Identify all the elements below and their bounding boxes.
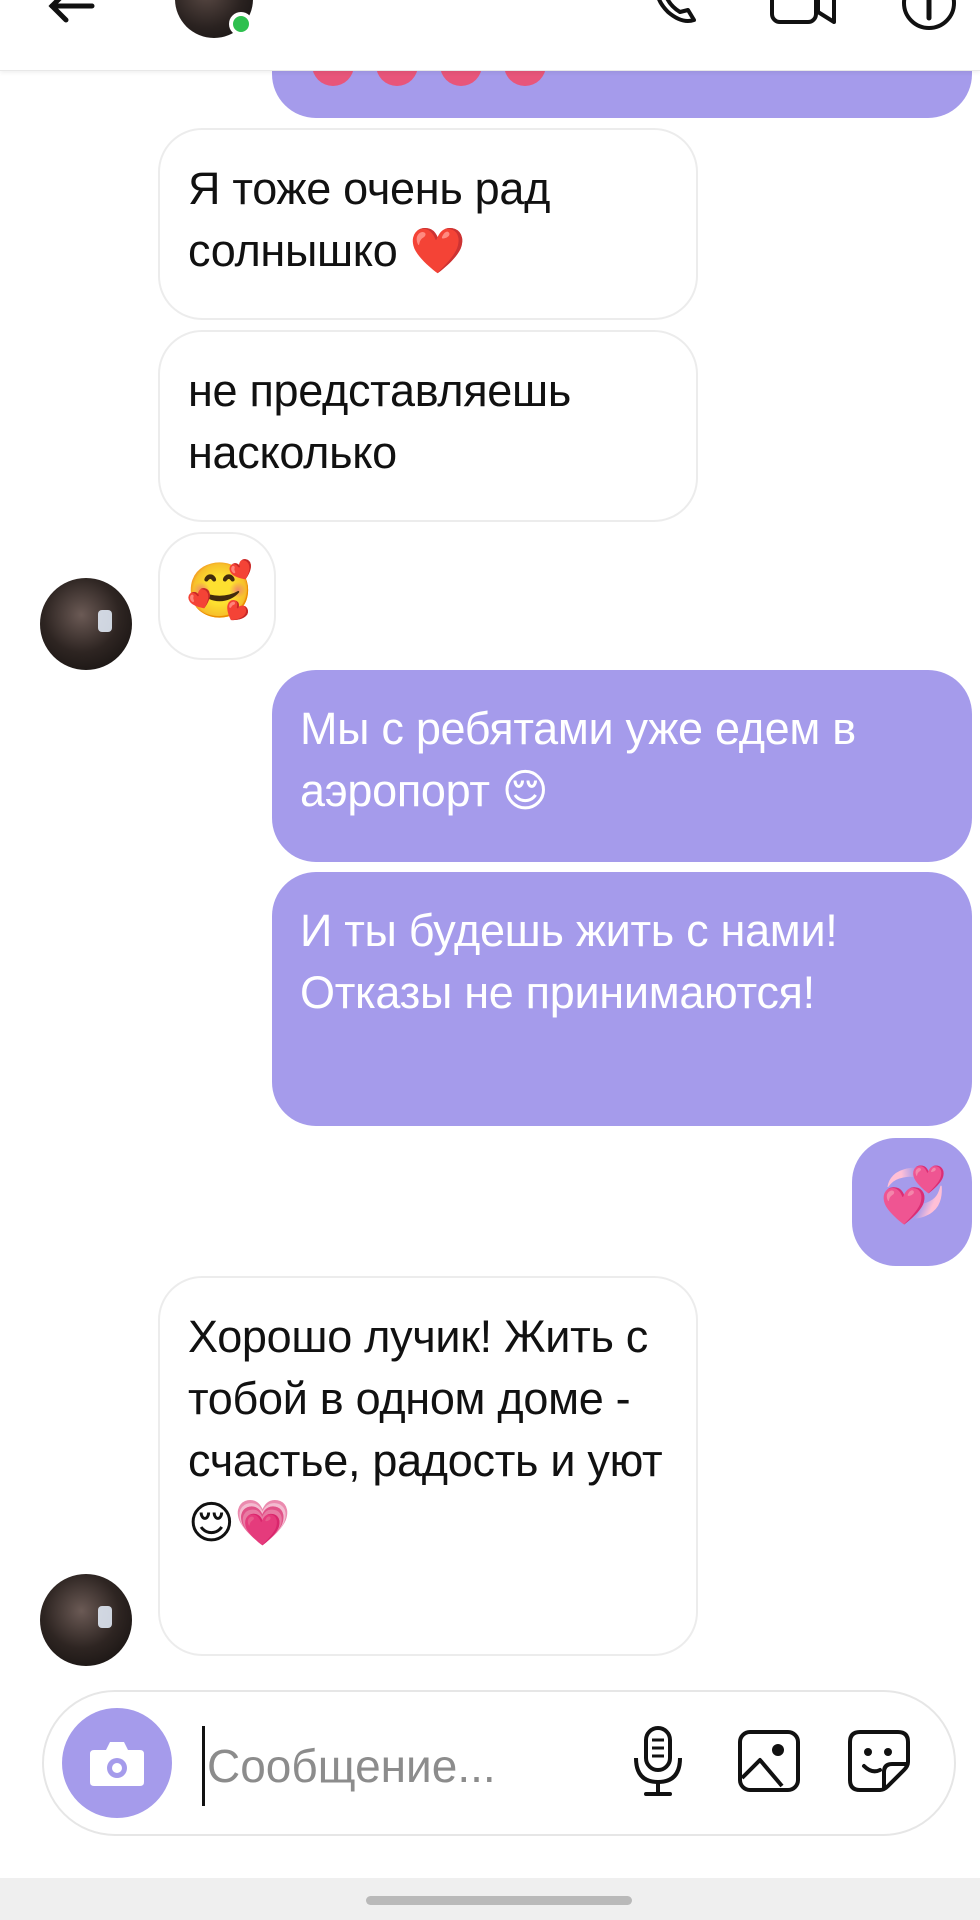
sticker-icon[interactable] xyxy=(844,1726,914,1796)
contact-name-heart-icon xyxy=(490,0,504,6)
arrow-left-icon[interactable] xyxy=(38,0,98,40)
image-icon[interactable] xyxy=(734,1726,804,1796)
video-camera-icon[interactable] xyxy=(768,0,838,26)
microphone-icon[interactable] xyxy=(626,1724,690,1800)
message-input[interactable] xyxy=(202,1726,629,1806)
message-text: Я тоже очень рад солнышко ❤️ xyxy=(188,163,551,276)
online-status-dot xyxy=(229,12,253,36)
smiling-face-hearts-emoji: 🥰 xyxy=(186,559,253,622)
chat-screen: Я тоже очень рад солнышко ❤️ не представ… xyxy=(0,0,980,1920)
message-text: Хорошо лучик! Жить с тобой в одном доме … xyxy=(188,1311,663,1548)
chat-header xyxy=(0,0,980,71)
outgoing-message-bubble[interactable]: Мы с ребятами уже едем в аэропорт 😌 xyxy=(272,670,972,862)
revolving-hearts-emoji: 💞 xyxy=(880,1163,947,1226)
outgoing-message-bubble[interactable]: И ты будешь жить с нами! Отказы не прини… xyxy=(272,872,972,1126)
home-indicator[interactable] xyxy=(366,1896,632,1905)
message-text: не представляешь насколько xyxy=(188,365,571,478)
camera-button[interactable] xyxy=(62,1708,172,1818)
incoming-message-bubble[interactable]: Я тоже очень рад солнышко ❤️ xyxy=(158,128,698,320)
message-text: Мы с ребятами уже едем в аэропорт 😌 xyxy=(300,703,856,816)
message-text: И ты будешь жить с нами! Отказы не прини… xyxy=(300,905,838,1018)
info-icon[interactable] xyxy=(900,0,958,32)
sender-avatar[interactable] xyxy=(40,578,132,670)
incoming-message-bubble[interactable]: 🥰 xyxy=(158,532,276,660)
camera-icon xyxy=(90,1742,144,1786)
outgoing-message-bubble[interactable]: 💞 xyxy=(852,1138,972,1266)
incoming-message-bubble[interactable]: не представляешь насколько xyxy=(158,330,698,522)
sender-avatar[interactable] xyxy=(40,1574,132,1666)
incoming-message-bubble[interactable]: Хорошо лучик! Жить с тобой в одном доме … xyxy=(158,1276,698,1656)
phone-icon[interactable] xyxy=(650,0,700,28)
message-composer xyxy=(42,1690,956,1836)
